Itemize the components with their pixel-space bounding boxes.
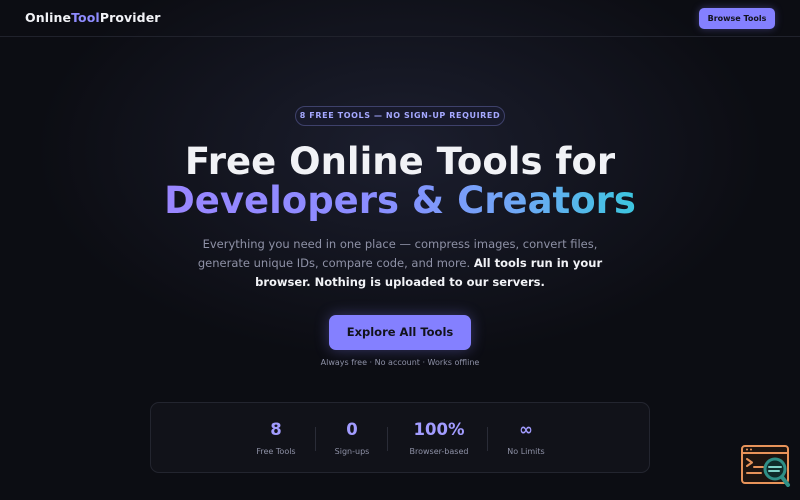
logo-text-online: Online [25,10,72,25]
terminal-search-icon-graphic [741,445,790,487]
hero-title-gradient-text: Developers & Creators [164,179,636,222]
hero-subtitle: Everything you need in one place — compr… [190,235,610,292]
free-tools-badge: 8 FREE TOOLS — NO SIGN-UP REQUIRED [295,106,505,126]
stat-value: 100% [413,420,465,439]
cta-note: Always free · No account · Works offline [320,358,480,367]
stat-browser-based: 100% Browser-based [389,403,489,474]
stat-label: Browser-based [409,447,469,456]
terminal-search-icon[interactable] [741,445,791,487]
site-header: OnlineToolProvider Browse Tools [0,0,800,37]
stat-no-limits: ∞ No Limits [476,403,576,474]
logo-text-tool: Tool [71,10,100,25]
explore-all-tools-button[interactable]: Explore All Tools [329,315,471,350]
browse-tools-button[interactable]: Browse Tools [699,8,775,29]
stat-label: No Limits [507,447,545,456]
logo-text-provider: Provider [99,10,161,25]
stat-divider [387,427,388,451]
site-logo[interactable]: OnlineToolProvider [25,10,161,25]
hero-title-line-2: Developers & Creators [0,180,800,222]
hero-title-line-1: Free Online Tools for [184,140,616,183]
landing-page: OnlineToolProvider Browse Tools 8 FREE T… [0,0,800,500]
stats-panel: 8 Free Tools 0 Sign-ups 100% Browser-bas… [150,402,650,473]
stat-value: ∞ [519,420,533,439]
